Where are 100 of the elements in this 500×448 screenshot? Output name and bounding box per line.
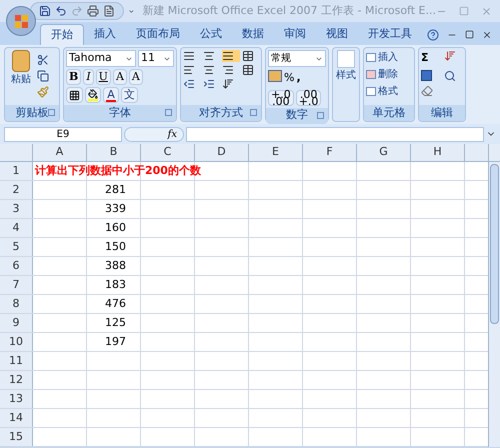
find-icon xyxy=(444,70,456,82)
row-header[interactable]: 13 xyxy=(0,390,33,408)
row-header[interactable]: 7 xyxy=(0,276,33,294)
row-header[interactable]: 3 xyxy=(0,200,33,218)
column-header[interactable]: A xyxy=(33,144,87,161)
ribbon-tab[interactable]: 页面布局 xyxy=(126,24,190,45)
column-header[interactable]: E xyxy=(249,144,303,161)
vertical-scrollbar[interactable] xyxy=(488,144,500,447)
fill-icon[interactable] xyxy=(421,70,432,80)
ribbon-tab[interactable]: 开始 xyxy=(40,24,84,45)
number-format-field[interactable]: 常规 xyxy=(268,50,326,67)
column-header[interactable]: D xyxy=(195,144,249,161)
ribbon-tab[interactable]: 开发工具 xyxy=(358,24,422,45)
dialog-launcher-icon[interactable] xyxy=(165,109,172,116)
formula-field[interactable] xyxy=(186,126,484,142)
column-header[interactable]: B xyxy=(87,144,141,161)
column-header[interactable]: C xyxy=(141,144,195,161)
row-header[interactable]: 2 xyxy=(0,181,33,199)
autosum-button[interactable]: Σ xyxy=(421,50,440,66)
row-header[interactable]: 11 xyxy=(0,352,33,370)
currency-icon[interactable] xyxy=(268,70,282,82)
print-preview-icon[interactable] xyxy=(86,5,99,17)
merge-icon xyxy=(242,64,254,76)
column-header[interactable]: G xyxy=(357,144,411,161)
function-button[interactable]: fx xyxy=(124,126,184,142)
font-name-field[interactable]: Tahoma xyxy=(66,50,136,67)
cells-command-button[interactable]: 删除 xyxy=(366,67,412,82)
group-label: 单元格 xyxy=(372,104,406,121)
restore-icon[interactable] xyxy=(465,30,474,39)
table-cell-text: 183 xyxy=(105,276,127,293)
shrink-font-button[interactable]: A xyxy=(128,69,143,85)
align-bottom-icon[interactable] xyxy=(222,50,240,62)
row-header[interactable]: 1 xyxy=(0,162,33,180)
column-header[interactable]: F xyxy=(303,144,357,161)
sort-filter-icon xyxy=(444,50,456,62)
table-cell-text: 281 xyxy=(105,182,127,198)
column-header[interactable]: H xyxy=(411,144,465,161)
phonetic-button[interactable]: 文 xyxy=(121,87,138,103)
row-header[interactable]: 14 xyxy=(0,409,33,427)
row-header[interactable]: 9 xyxy=(0,314,33,332)
borders-icon xyxy=(69,90,80,100)
ribbon-tab[interactable]: 视图 xyxy=(316,24,358,45)
table-cell-text: 计算出下列数据中小于200的个数 xyxy=(35,162,201,179)
grow-font-button[interactable]: A xyxy=(112,69,127,85)
cells-command-button[interactable]: 插入 xyxy=(366,50,412,65)
paint-bucket-icon xyxy=(88,89,98,101)
row-header[interactable]: 10 xyxy=(0,333,33,351)
new-document-icon[interactable] xyxy=(102,5,115,17)
bold-button[interactable]: B xyxy=(66,69,82,85)
align-left-icon xyxy=(183,64,195,76)
comma-button[interactable]: , xyxy=(296,70,301,86)
ribbon-tab[interactable]: 插入 xyxy=(84,24,126,45)
decrease-decimal-button[interactable]: .00 +.0 xyxy=(296,90,322,106)
increase-decimal-button[interactable]: +.0 .00 xyxy=(268,90,294,106)
table-cell-text: 388 xyxy=(105,258,127,274)
dialog-launcher-icon[interactable] xyxy=(48,109,55,116)
orientation-icon xyxy=(222,78,234,90)
italic-button[interactable]: I xyxy=(83,69,94,85)
font-size-field[interactable]: 11 xyxy=(138,50,174,67)
ribbon-tab[interactable]: 数据 xyxy=(232,24,274,45)
percent-button[interactable]: % xyxy=(284,70,294,86)
wrap-text-icon xyxy=(242,50,254,62)
ribbon-tab[interactable]: 审阅 xyxy=(274,24,316,45)
row-header[interactable]: 15 xyxy=(0,428,33,446)
align-top-icon xyxy=(183,50,195,62)
paste-button[interactable]: 粘贴 xyxy=(7,50,35,98)
ribbon-tab[interactable]: 公式 xyxy=(190,24,232,45)
row-header[interactable]: 6 xyxy=(0,257,33,275)
undo-icon[interactable] xyxy=(54,5,67,17)
underline-button[interactable]: U xyxy=(96,69,111,85)
row-header[interactable]: 12 xyxy=(0,371,33,389)
group-label: 字体 xyxy=(109,104,131,121)
fill-color-button[interactable] xyxy=(85,87,101,103)
table-cell-text: 125 xyxy=(105,314,127,331)
table-cell-text: 339 xyxy=(105,200,127,217)
font-color-button[interactable]: A xyxy=(103,87,119,103)
align-right-icon xyxy=(222,64,234,76)
row-header[interactable]: 5 xyxy=(0,238,33,256)
table-cell-text: 150 xyxy=(105,238,127,255)
group-label: 编辑 xyxy=(431,104,453,121)
styles-icon xyxy=(337,50,355,68)
save-icon[interactable] xyxy=(38,5,51,17)
styles-button[interactable]: 样式 xyxy=(335,50,357,83)
borders-button[interactable] xyxy=(66,87,83,103)
row-header[interactable]: 4 xyxy=(0,219,33,237)
dialog-launcher-icon[interactable] xyxy=(317,112,324,118)
dialog-launcher-icon[interactable] xyxy=(250,109,257,116)
center-icon xyxy=(202,64,214,76)
window-title: 新建 Microsoft Office Excel 2007 工作表 - Microsoft E... xyxy=(142,2,436,19)
help-icon[interactable] xyxy=(427,28,439,40)
eraser-icon xyxy=(421,84,433,96)
decrease-indent-icon xyxy=(183,78,195,90)
cells-command-button[interactable]: 格式 xyxy=(366,84,412,99)
paintbrush-icon xyxy=(37,86,49,98)
align-middle-icon xyxy=(202,50,214,62)
table-cell-text: 197 xyxy=(105,334,127,350)
group-label: 剪贴板 xyxy=(16,104,48,121)
row-header[interactable]: 8 xyxy=(0,295,33,313)
close-workbook-icon[interactable] xyxy=(482,30,492,40)
name-box[interactable]: E9 xyxy=(4,126,122,142)
